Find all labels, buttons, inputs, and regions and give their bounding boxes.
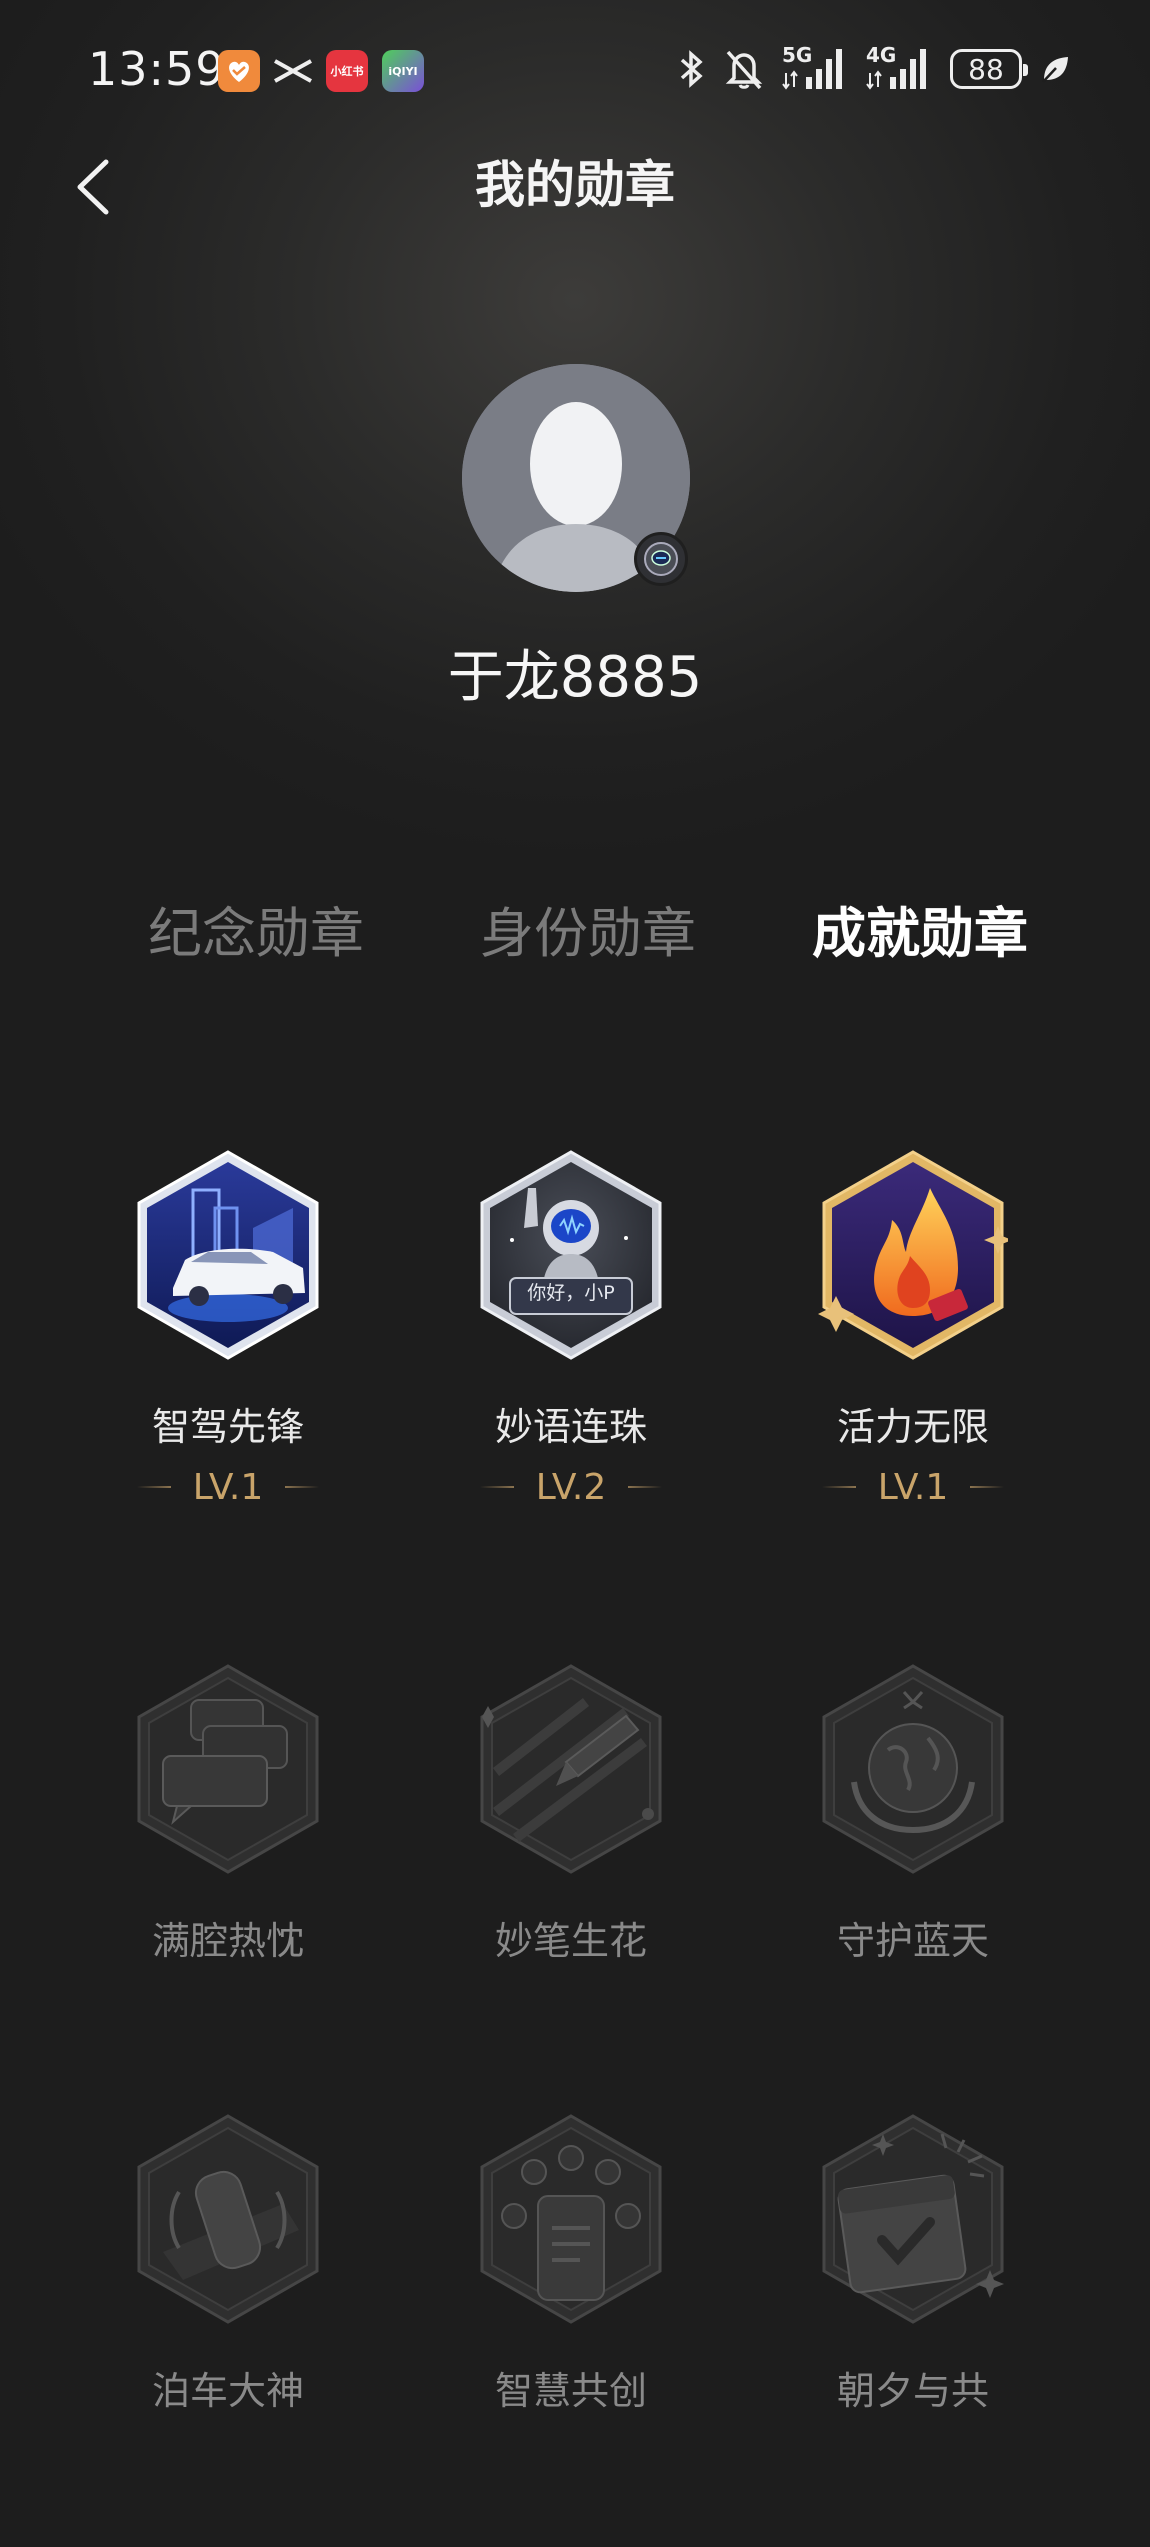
iqiyi-app-icon: iQIYI xyxy=(382,50,424,92)
earth-hands-medal-icon xyxy=(822,1664,1004,1874)
flame-medal-icon xyxy=(818,1150,1008,1360)
xpeng-app-icon xyxy=(272,50,314,92)
divider xyxy=(821,1486,856,1488)
medal-item[interactable]: 你好，小P 妙语连珠 LV.2 xyxy=(441,1148,701,1512)
medal-level-label: LV.1 xyxy=(877,1466,949,1508)
medal-item[interactable]: 泊车大神 xyxy=(98,2112,358,2416)
pen-medal-icon xyxy=(480,1664,662,1874)
astronaut-voice-medal-icon xyxy=(480,1150,662,1360)
medal-name: 满腔热忱 xyxy=(151,1919,304,1963)
divider xyxy=(136,1486,171,1488)
battery-indicator: 88 xyxy=(950,49,1028,89)
medal-name: 智慧共创 xyxy=(494,2369,647,2413)
medal-name: 守护蓝天 xyxy=(836,1919,989,1963)
medal-tabs: 纪念勋章 身份勋章 成就勋章 xyxy=(0,894,1150,974)
medal-name: 妙笔生花 xyxy=(494,1919,647,1963)
medal-item[interactable]: 智慧共创 xyxy=(441,2112,701,2416)
mute-bell-icon xyxy=(725,50,763,90)
avatar-medal-badge xyxy=(634,532,688,586)
parking-car-medal-icon xyxy=(137,2114,319,2324)
medal-name: 泊车大神 xyxy=(151,2369,304,2413)
tab-identity-medals[interactable]: 身份勋章 xyxy=(438,894,738,974)
medal-name: 妙语连珠 xyxy=(494,1405,647,1449)
health-app-icon xyxy=(218,50,260,92)
medal-item[interactable]: 智驾先锋 LV.1 xyxy=(98,1148,358,1512)
divider xyxy=(285,1486,320,1488)
medal-item[interactable]: 满腔热忱 xyxy=(98,1662,358,1966)
status-time: 13:59 xyxy=(88,42,226,96)
divider xyxy=(970,1486,1005,1488)
medal-level: LV.1 xyxy=(98,1462,358,1512)
tab-commemorative-medals[interactable]: 纪念勋章 xyxy=(106,894,406,974)
astronaut-badge-icon xyxy=(644,542,678,576)
car-city-medal-icon xyxy=(137,1150,319,1360)
medal-level: LV.1 xyxy=(783,1462,1043,1512)
medal-name: 活力无限 xyxy=(836,1405,989,1449)
xiaohongshu-app-icon: 小红书 xyxy=(326,50,368,92)
medal-item[interactable]: 朝夕与共 xyxy=(783,2112,1043,2416)
divider xyxy=(479,1486,514,1488)
leaf-icon xyxy=(1042,57,1068,83)
divider xyxy=(628,1486,663,1488)
medal-name: 朝夕与共 xyxy=(836,2369,989,2413)
medal-item[interactable]: 活力无限 LV.1 xyxy=(783,1148,1043,1512)
medal-name: 智驾先锋 xyxy=(151,1405,304,1449)
calendar-check-medal-icon xyxy=(822,2114,1004,2324)
medal-level-label: LV.1 xyxy=(192,1466,264,1508)
signal-4g-icon: 4G xyxy=(866,43,932,91)
medal-level-label: LV.2 xyxy=(535,1466,607,1508)
status-indicators: 5G 4G 88 xyxy=(678,43,1070,94)
status-bar: 13:59 小红书 iQIYI 5G 4G 88 xyxy=(0,0,1150,140)
medal-level: LV.2 xyxy=(441,1462,701,1512)
username: 于龙8885 xyxy=(447,645,703,710)
page-title: 我的勋章 xyxy=(475,156,675,214)
bluetooth-icon xyxy=(680,50,703,88)
signal-5g-icon: 5G xyxy=(782,43,848,91)
chat-bubbles-medal-icon xyxy=(137,1664,319,1874)
medal-item[interactable]: 守护蓝天 xyxy=(783,1662,1043,1966)
medal-bubble-text: 你好，小P xyxy=(527,1282,615,1304)
phone-apps-medal-icon xyxy=(480,2114,662,2324)
medals-screen: 13:59 小红书 iQIYI 5G 4G 88 我的勋章 于龙8885 纪念勋… xyxy=(0,0,1150,2547)
medal-item[interactable]: 妙笔生花 xyxy=(441,1662,701,1966)
tab-achievement-medals[interactable]: 成就勋章 xyxy=(770,894,1070,974)
